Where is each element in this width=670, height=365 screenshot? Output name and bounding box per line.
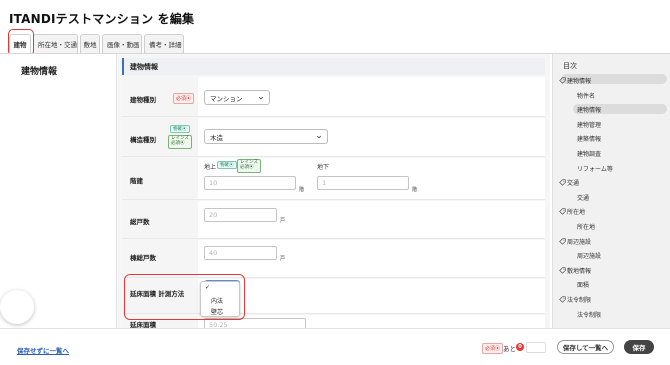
page-title: ITANDIテストマンション を編集 [9,12,195,26]
floor-area-method-label: 延床面積 計測方法 [130,290,185,298]
required-badge-text: 必須 [176,96,187,102]
toc-item[interactable]: 建築情報 [577,134,601,143]
chevron-down-icon [258,96,264,100]
check-icon: ⦿ [186,96,192,102]
tag-icon [559,296,566,303]
reins-badge-required: 必須 [171,140,180,146]
back-without-saving-link[interactable]: 保存せずに一覧へ [17,345,69,355]
building-units-unit: 戸 [280,256,286,262]
bunkan-badge-text: 物確 [173,127,182,132]
left-panel-title: 建物情報 [21,67,58,77]
tag-icon [559,267,566,274]
save-button[interactable]: 保存 [624,340,654,354]
bunkan-badge: 物確⦿ [170,125,190,133]
tag-icon [559,237,566,245]
toc-item[interactable]: 物件名 [577,91,595,100]
building-units-input[interactable]: 40 [204,246,277,260]
floor-area-method-dropdown: ✓ 内法 壁芯 [200,281,240,317]
reins-badge-required: 必須 [240,164,249,170]
toc-item[interactable]: 敷地情報 [567,266,591,275]
toc-item[interactable]: 法令制限 [577,310,601,319]
toc-item[interactable]: 交通 [577,193,589,202]
check-icon: ⦿ [180,140,185,146]
building-units-label: 棟総戸数 [130,254,156,262]
structure-label: 構造種別 [130,136,156,144]
table-of-contents: 目次 建物情報 物件名 建物情報 建物管理 建築情報 建物調査 リフォーム等 交通 交通 所在地所… [552,54,670,328]
floor-area-input[interactable]: 50.25 [204,318,306,328]
left-panel: 建物情報 [9,54,117,328]
section-header: 建物情報 [122,58,545,75]
row-building-units: 棟総戸数 40 戸 [122,240,545,278]
total-units-input[interactable]: 20 [204,208,277,222]
structure-value: 木造 [210,133,223,142]
toc-item[interactable]: 建物管理 [577,120,601,129]
toc-title: 目次 [563,62,577,70]
toc-item[interactable]: 周辺施設 [567,237,591,246]
total-units-unit: 戸 [280,218,286,224]
row-floor-area: 延床面積 50.25 [122,315,545,328]
row-floors: 階建 地上 物確⦿ レインズ 必須⦿ 10 階 地下 1 階 [122,158,545,200]
toc-item[interactable]: リフォーム等 [577,164,613,173]
check-icon: ⦿ [182,127,187,132]
remaining-box [526,342,546,353]
floors-below-unit: 階 [412,187,418,193]
remaining-prefix: あと [503,345,516,353]
check-icon: ⦿ [495,346,501,352]
total-units-label: 総戸数 [130,218,150,226]
toc-item[interactable]: 建物情報 [577,105,601,114]
footer-required-text: 必須 [485,346,496,352]
tab-location-traffic[interactable]: 所在地・交通 [33,34,78,53]
toc-item[interactable]: 法令制限 [567,295,591,304]
floors-label: 階建 [130,177,143,185]
toc-item[interactable]: 建物情報 [567,76,591,85]
option-kabeshin[interactable]: 壁芯 [211,307,223,316]
tab-building[interactable]: 建物 [9,34,31,53]
building-type-label: 建物種別 [130,96,156,104]
chevron-down-icon [316,135,322,139]
tab-site[interactable]: 敷地 [80,34,100,53]
floors-above-input[interactable]: 10 [204,176,296,190]
check-icon: ⦿ [249,164,254,170]
required-badge: 必須⦿ [173,93,195,104]
toc-item[interactable]: 建物調査 [577,149,601,158]
toc-item[interactable]: 所在地 [567,207,585,216]
tag-icon [559,208,566,216]
tab-remarks-details[interactable]: 備考・詳細 [144,34,184,53]
floors-above-unit: 階 [299,187,305,193]
floors-above-label: 地上 [204,164,217,171]
bunkan-badge: 物確⦿ [217,161,237,169]
floor-area-label: 延床面積 [130,321,156,328]
check-icon: ⦿ [229,163,234,168]
tab-bar: 建物 所在地・交通 敷地 画像・動画 備考・詳細 [9,34,184,53]
toc-item[interactable]: 面積 [577,280,589,289]
floors-below-input[interactable]: 1 [317,176,409,190]
toc-item[interactable]: 周辺施設 [577,251,601,260]
reins-badge: レインズ 必須⦿ [168,135,192,149]
footer-bar: 保存せずに一覧へ 必須⦿ あと 0 保存して一覧へ 保存 [0,328,670,365]
row-total-units: 総戸数 20 戸 [122,201,545,239]
building-type-value: マンション [210,94,243,103]
save-and-back-button[interactable]: 保存して一覧へ [557,340,614,354]
structure-select[interactable]: 木造 [204,129,328,144]
floors-below-label: 地下 [317,164,330,171]
row-structure: 構造種別 物確⦿ レインズ 必須⦿ 木造 [122,118,545,157]
option-uchinori[interactable]: 内法 [211,296,223,305]
building-type-select[interactable]: マンション [204,90,270,105]
bunkan-badge-text: 物確 [220,163,229,168]
main-form: 建物情報 建物種別 必須⦿ マンション 構造種別 物確⦿ レインズ 必須⦿ 木造 … [117,54,550,328]
row-floor-area-method: 延床面積 計測方法 [122,279,545,314]
toc-item[interactable]: 所在地 [577,222,595,231]
row-building-type: 建物種別 必須⦿ マンション [122,77,545,117]
tag-icon [559,77,566,84]
checkmark-icon: ✓ [205,284,211,291]
reins-badge: レインズ 必須⦿ [237,159,261,173]
tab-images-video[interactable]: 画像・動画 [102,34,142,53]
remaining-count-badge: 0 [516,343,524,351]
footer-required-badge: 必須⦿ [482,343,504,354]
tag-icon [559,179,566,186]
floating-action-button[interactable] [0,290,34,324]
toc-item[interactable]: 交通 [567,178,579,187]
